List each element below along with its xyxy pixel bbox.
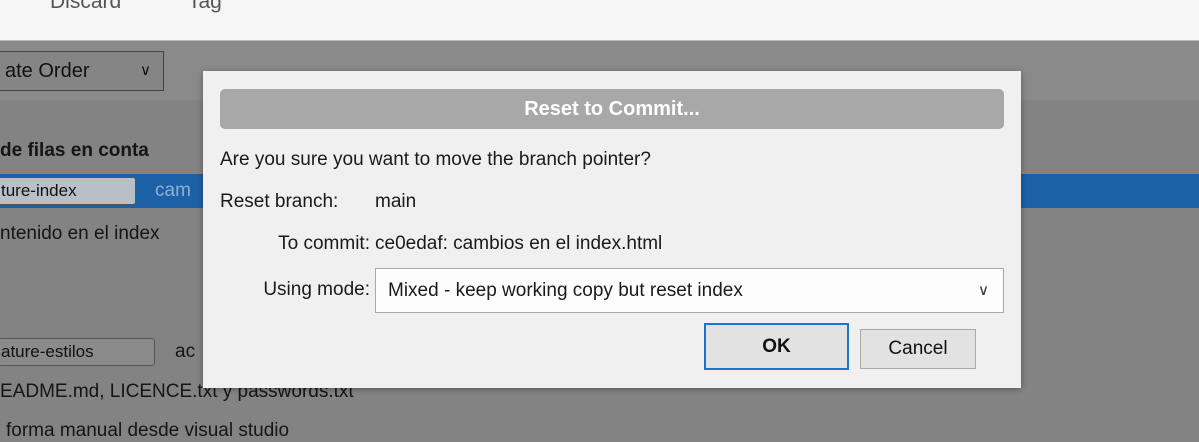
commit-message: ac <box>175 341 196 362</box>
confirm-question: Are you sure you want to move the branch… <box>220 149 651 170</box>
commit-message: cam <box>155 180 191 201</box>
toolbar: Discard Tag <box>0 0 1199 41</box>
commit-message: forma manual desde visual studio <box>6 420 290 441</box>
reset-branch-value: main <box>375 191 417 212</box>
sort-order-value: ate Order <box>5 60 90 82</box>
dialog-title: Reset to Commit... <box>220 89 1004 129</box>
reset-to-commit-dialog: Reset to Commit... Are you sure you want… <box>203 71 1021 388</box>
discard-button[interactable]: Discard <box>50 0 121 14</box>
reset-mode-select[interactable]: Mixed - keep working copy but reset inde… <box>375 268 1004 313</box>
commit-message: ntenido en el index <box>0 223 160 244</box>
tag-button[interactable]: Tag <box>188 0 222 14</box>
sort-order-select[interactable]: ate Order ∨ <box>0 51 164 91</box>
branch-tag: ture-index <box>0 177 136 205</box>
chevron-down-icon: ∨ <box>978 282 989 299</box>
reset-mode-value: Mixed - keep working copy but reset inde… <box>388 280 743 301</box>
ok-button[interactable]: OK <box>704 323 849 370</box>
cancel-button[interactable]: Cancel <box>860 329 976 369</box>
using-mode-label: Using mode: <box>263 279 370 300</box>
to-commit-label: To commit: <box>278 233 370 254</box>
branch-tag: ature-estilos <box>0 338 155 366</box>
chevron-down-icon: ∨ <box>140 62 151 79</box>
commit-list-heading: de filas en conta <box>0 140 149 161</box>
reset-branch-label: Reset branch: <box>220 191 339 212</box>
to-commit-value: ce0edaf: cambios en el index.html <box>375 233 663 254</box>
